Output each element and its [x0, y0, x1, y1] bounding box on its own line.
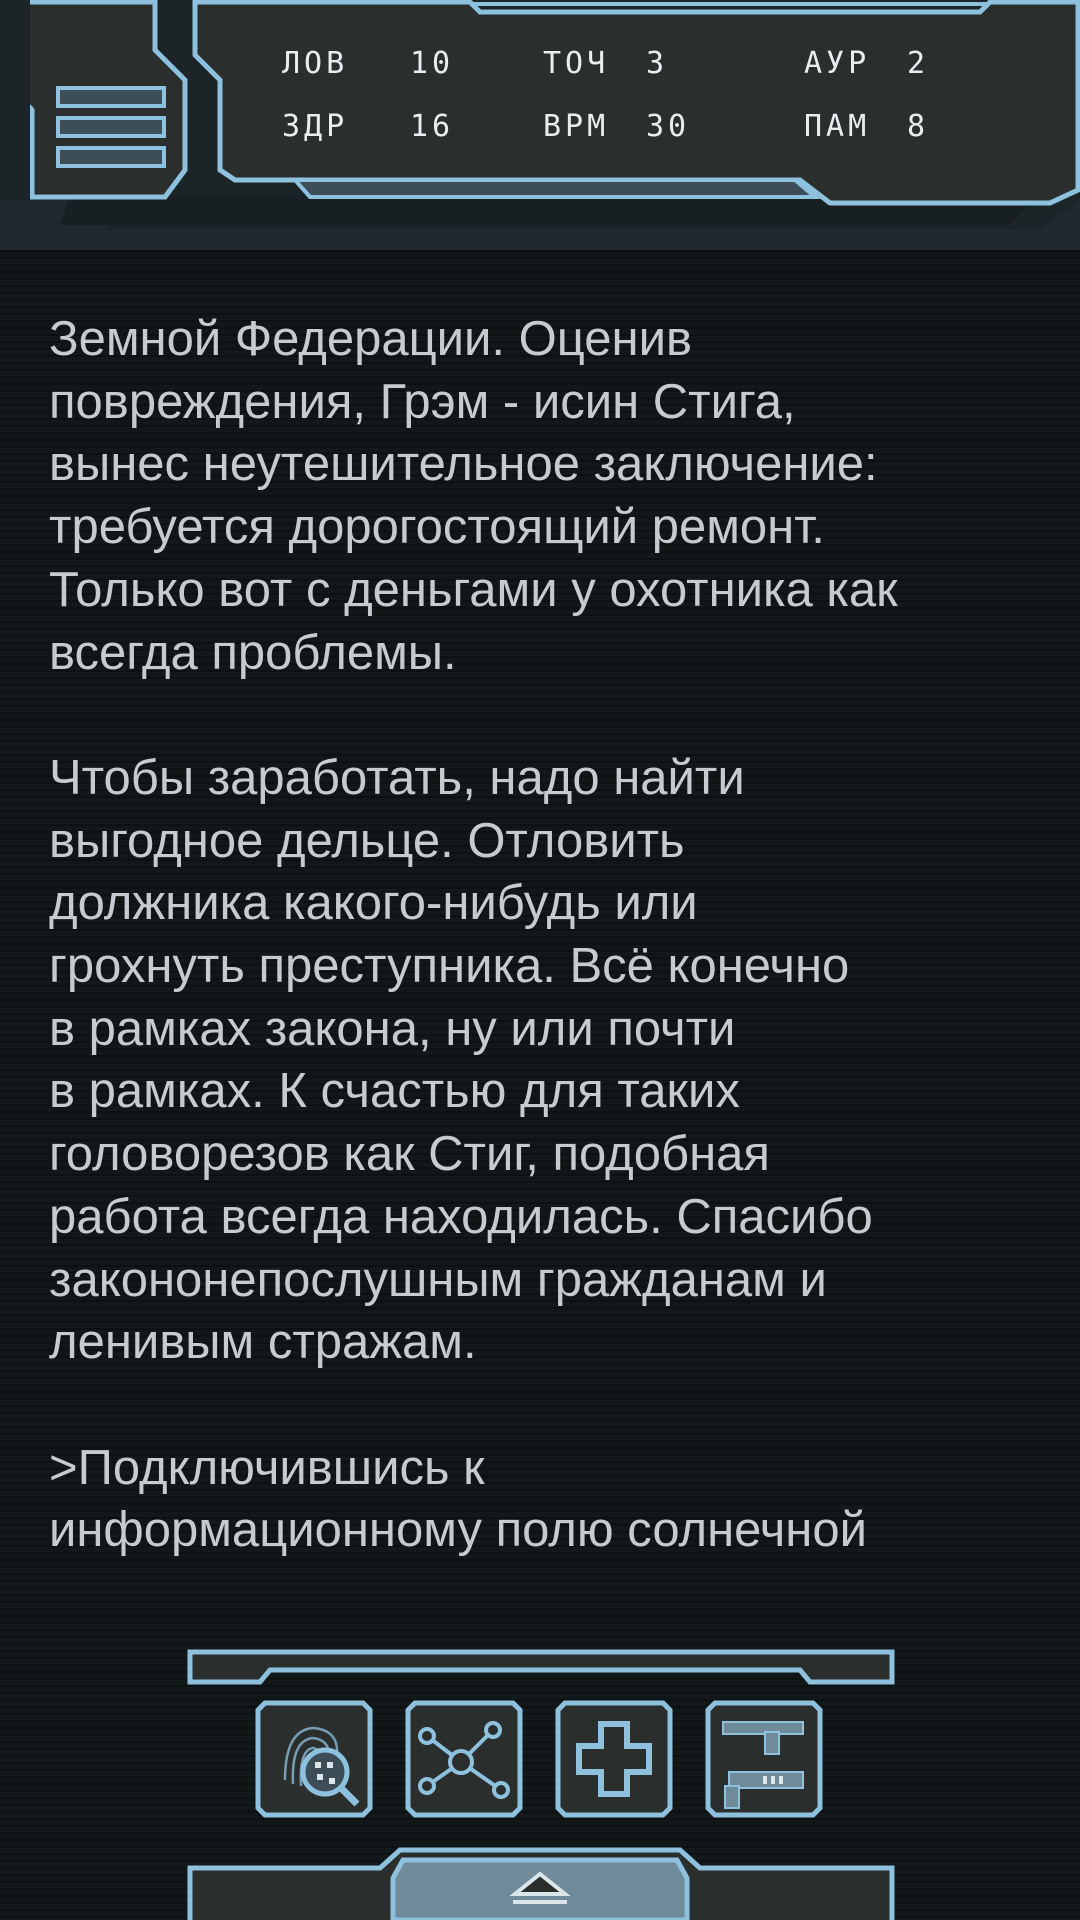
menu-button[interactable] [2, 0, 190, 200]
stat-memory-label: ПАМ [804, 109, 871, 144]
network-button[interactable] [405, 1700, 523, 1818]
hamburger-icon [2, 0, 188, 200]
weapons-icon [705, 1700, 823, 1818]
story-paragraph: Чтобы заработать, надо найти выгодное де… [49, 750, 873, 1370]
medical-cross-icon [555, 1700, 673, 1818]
stat-memory-value: 8 [907, 109, 930, 144]
medical-button[interactable] [555, 1700, 673, 1818]
stat-precision-label: ТОЧ [543, 46, 610, 81]
stat-health-label: ЗДР [282, 109, 349, 144]
node-network-icon [405, 1700, 523, 1818]
story-paragraph: Земной Федерации. Оценив повреждения, Гр… [49, 312, 898, 680]
expand-button[interactable] [385, 1848, 695, 1920]
stat-time-value: 30 [646, 109, 691, 144]
stat-health-value: 16 [410, 109, 455, 144]
story-text-area[interactable]: Земной Федерации. Оценив повреждения, Гр… [49, 308, 1029, 1598]
story-paragraph: >Подключившись к информационному полю со… [49, 1440, 867, 1558]
stat-agility-value: 10 [410, 46, 455, 81]
stat-aura-value: 2 [907, 46, 930, 81]
stat-precision-value: 3 [646, 46, 669, 81]
stat-aura-label: АУР [804, 46, 871, 81]
scan-button[interactable] [255, 1700, 373, 1818]
fingerprint-magnifier-icon [255, 1700, 373, 1818]
stat-time-label: ВРМ [543, 109, 610, 144]
stats-header: ЛОВ 10 ТОЧ 3 АУР 2 ЗДР 16 ВРМ 30 ПАМ 8 [0, 0, 1080, 260]
weapons-button[interactable] [705, 1700, 823, 1818]
chevron-up-icon [390, 1857, 690, 1920]
stat-agility-label: ЛОВ [282, 46, 349, 81]
